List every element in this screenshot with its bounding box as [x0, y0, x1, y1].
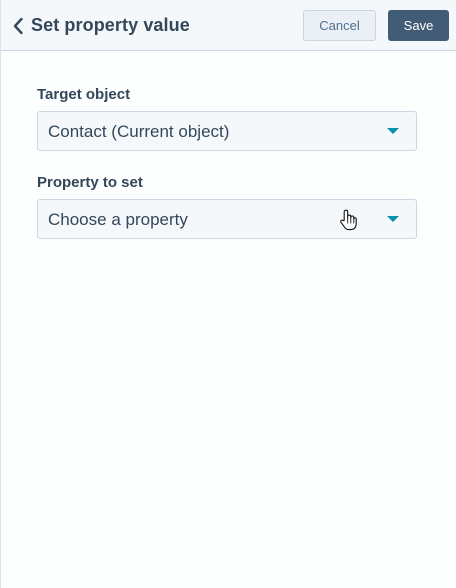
property-to-set-label: Property to set [37, 174, 143, 191]
page-title: Set property value [31, 15, 190, 35]
target-object-value: Contact (Current object) [48, 122, 230, 141]
panel-header: Set property value Cancel Save [1, 0, 456, 51]
hand-pointer-icon [340, 209, 357, 231]
caret-down-icon [387, 216, 399, 222]
property-to-set-select[interactable]: Choose a property [37, 199, 417, 239]
side-panel: Set property value Cancel Save Target ob… [0, 0, 456, 588]
target-object-select[interactable]: Contact (Current object) [37, 111, 417, 151]
save-button[interactable]: Save [388, 10, 449, 41]
target-object-label: Target object [37, 86, 131, 103]
back-button[interactable] [7, 13, 29, 39]
chevron-left-icon [13, 17, 23, 35]
property-to-set-value: Choose a property [48, 210, 188, 229]
caret-down-icon [387, 128, 399, 134]
cancel-button[interactable]: Cancel [303, 10, 376, 41]
